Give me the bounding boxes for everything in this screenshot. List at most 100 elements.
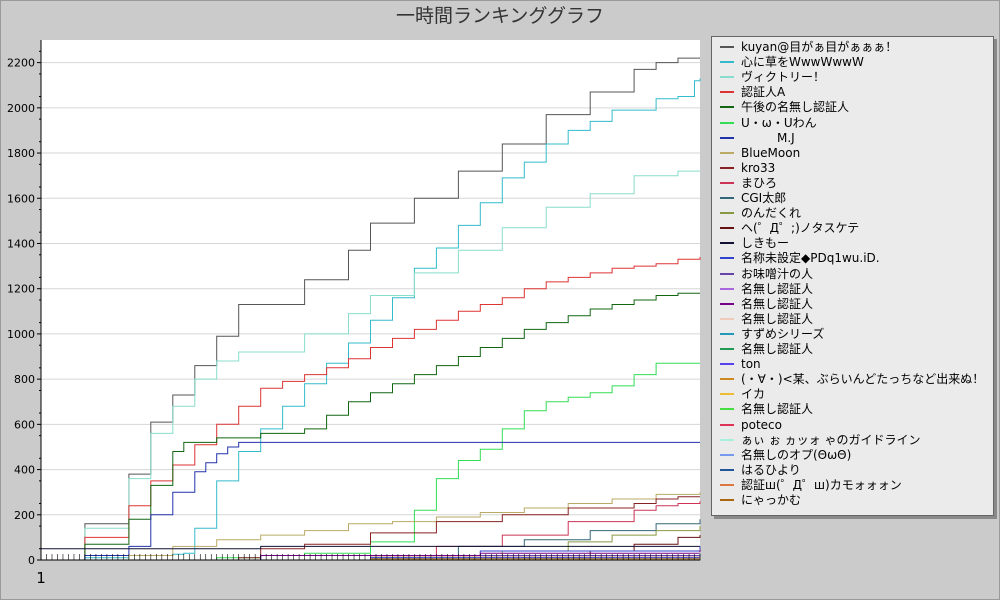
legend-item: 午後の名無し認証人	[720, 100, 849, 114]
legend-label: 名無し認証人	[741, 342, 814, 356]
y-tick-label: 600	[14, 418, 35, 431]
y-tick-label: 1800	[7, 147, 35, 160]
legend-swatch	[720, 257, 734, 260]
legend-label: poteco	[741, 417, 782, 432]
legend-item: 心に草をWwwWwwW	[720, 55, 864, 69]
legend-label: イカ	[741, 387, 766, 402]
legend-label: 名無し認証人	[741, 311, 814, 326]
legend-item: kro33	[720, 161, 775, 175]
legend-swatch	[720, 287, 734, 290]
legend-item: U・ω・Uわん	[720, 116, 817, 130]
legend-label: ヘ(゜Д゜;)ノタスケテ	[741, 221, 860, 236]
legend-item: 認証ш(゜Д゜ш)カモォォォン	[720, 478, 902, 492]
y-tick-label: 2200	[7, 57, 35, 70]
legend-swatch	[720, 272, 734, 275]
legend-swatch	[720, 242, 734, 245]
legend-swatch	[720, 348, 734, 350]
legend-swatch	[720, 227, 734, 230]
legend-item: はるひより	[720, 463, 801, 477]
legend-swatch	[720, 76, 734, 79]
legend-label: (・∀・)<某、ぶらいんどたっちなど出来ぬ！	[741, 372, 985, 387]
legend-label: はるひより	[741, 462, 801, 477]
legend-item: poteco	[720, 418, 782, 432]
legend-item: kuyan@目がぁ目がぁぁぁ！	[720, 40, 897, 54]
chart-title: 一時間ランキンググラフ	[396, 5, 604, 27]
legend-label: 午後の名無し認証人	[741, 100, 850, 115]
legend-swatch	[720, 332, 734, 335]
legend-label: ton	[741, 357, 761, 372]
legend-label: ヴィクトリー！	[741, 70, 826, 85]
legend-item: のんだくれ	[720, 206, 801, 220]
legend-swatch	[720, 151, 734, 154]
legend-item: すずめシリーズ	[720, 327, 824, 341]
legend-label: すずめシリーズ	[741, 326, 825, 341]
legend-swatch	[720, 363, 734, 366]
legend-item: 名無し認証人	[720, 282, 813, 296]
legend-swatch	[720, 136, 734, 139]
legend-label: しきもー	[741, 236, 790, 251]
legend-item: ton	[720, 357, 761, 371]
legend-item: まひろ	[720, 176, 777, 190]
legend-item: 認証人A	[720, 85, 785, 99]
y-tick-label: 200	[14, 509, 35, 522]
legend-label: 名無し認証人	[741, 402, 814, 417]
legend-label: U・ω・Uわん	[741, 115, 817, 130]
legend-item: 名無し認証人	[720, 342, 813, 356]
legend-label: 名称未設定◆PDq1wu.iD.	[741, 251, 880, 266]
legend-label: 名無しのオプ(ΘωΘ)	[741, 447, 852, 462]
legend-swatch	[720, 468, 734, 471]
legend-swatch	[720, 166, 734, 169]
legend-item: 名称未設定◆PDq1wu.iD.	[720, 251, 880, 265]
y-tick-label: 800	[14, 373, 35, 386]
y-tick-label: 400	[14, 464, 35, 477]
legend-item: ぁぃ ぉ ヵッォ ゃのガイドライン	[720, 433, 920, 447]
legend-item: CGI太郎	[720, 191, 786, 205]
y-tick-label: 1000	[7, 328, 35, 341]
legend-item: BlueMoon	[720, 146, 800, 160]
legend-label: まひろ	[741, 175, 778, 190]
legend-swatch	[720, 453, 734, 456]
legend-item: 名無し認証人	[720, 297, 813, 311]
y-tick-label: 2000	[7, 102, 35, 115]
legend-swatch	[720, 302, 734, 305]
legend-item: ヘ(゜Д゜;)ノタスケテ	[720, 221, 859, 235]
legend-swatch	[720, 91, 734, 94]
legend-label: kuyan@目がぁ目がぁぁぁ！	[741, 40, 898, 54]
legend-label: のんだくれ	[741, 206, 802, 221]
legend-item: 名無し認証人	[720, 402, 813, 416]
legend-label: M.J	[741, 130, 795, 145]
legend-swatch	[720, 438, 734, 441]
legend-swatch	[720, 423, 734, 426]
legend-label: 心に草をWwwWwwW	[741, 55, 864, 70]
legend-swatch	[720, 499, 734, 501]
legend-swatch	[720, 483, 734, 486]
legend-item: 名無し認証人	[720, 312, 813, 326]
legend-label: 名無し認証人	[741, 281, 814, 296]
legend-swatch	[720, 317, 734, 320]
legend-item: しきもー	[720, 236, 789, 250]
legend-item: イカ	[720, 387, 765, 401]
legend-label: ぁぃ ぉ ヵッォ ゃのガイドライン	[741, 432, 921, 447]
legend-swatch	[720, 181, 734, 184]
legend-label: 名無し認証人	[741, 296, 814, 311]
legend: kuyan@目がぁ目がぁぁぁ！ 心に草をWwwWwwW ヴィクトリー！ 認証人A 午後の…	[711, 36, 994, 516]
legend-item: にゃっかむ	[720, 493, 801, 507]
x-tick-label: 1	[36, 569, 46, 587]
legend-item: 名無しのオプ(ΘωΘ)	[720, 448, 851, 462]
legend-label: 認証ш(゜Д゜ш)カモォォォン	[741, 477, 902, 492]
legend-swatch	[720, 378, 734, 381]
legend-item: M.J	[720, 131, 795, 145]
legend-swatch	[720, 197, 734, 199]
y-tick-label: 0	[28, 554, 35, 567]
y-tick-label: 1400	[7, 237, 35, 250]
y-tick-label: 1200	[7, 283, 35, 296]
legend-swatch	[720, 393, 734, 396]
y-tick-label: 1600	[7, 192, 35, 205]
legend-label: kro33	[741, 160, 776, 175]
legend-swatch	[720, 408, 734, 411]
legend-label: お味噌汁の人	[741, 266, 814, 281]
legend-swatch	[720, 46, 734, 48]
legend-item: お味噌汁の人	[720, 267, 813, 281]
legend-item: (・∀・)<某、ぶらいんどたっちなど出来ぬ！	[720, 372, 984, 386]
legend-label: 認証人A	[741, 85, 786, 100]
